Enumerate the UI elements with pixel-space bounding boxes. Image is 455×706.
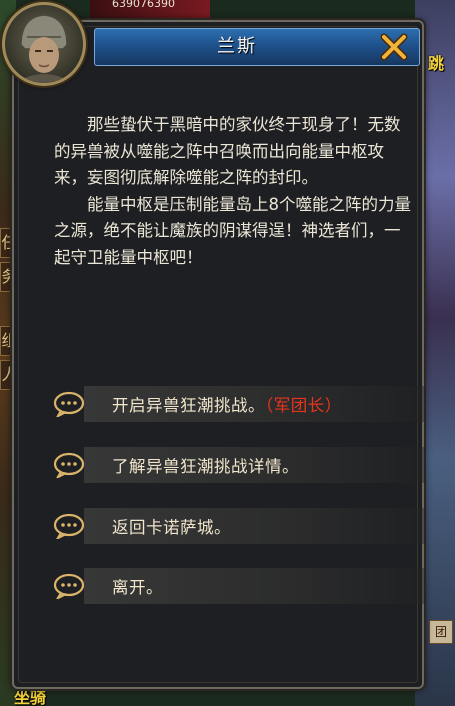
npc-portrait-avatar [2,2,86,86]
story-paragraph-2: 能量中枢是压制能量岛上8个噬能之阵的力量之源，绝不能让魔族的阴谋得逞！神选者们，… [54,194,411,267]
npc-name: 兰斯 [217,36,257,57]
close-button[interactable] [379,32,409,62]
option-leave[interactable]: 离开。 [52,568,426,604]
top-right-label: 跳 [428,54,445,73]
hp-text: 639076390 [112,0,175,10]
dialog-title-bar: 兰斯 [94,28,420,66]
speech-bubble-icon [52,513,86,541]
speech-bubble-icon [52,391,86,419]
speech-bubble-icon [52,452,86,480]
dialog-story-text: 那些蛰伏于黑暗中的家伙终于现身了！无数的异兽被从噬能之阵中召唤而出向能量中枢攻来… [54,112,412,271]
legion-leader-tag: （军团长） [265,396,342,415]
close-icon [380,33,408,61]
legion-badge[interactable]: 团 [429,620,453,644]
option-label: 返回卡诺萨城。 [112,518,231,537]
option-text: 开启异兽狂潮挑战。 [112,396,265,415]
speech-bubble-icon [52,573,86,601]
option-label: 离开。 [112,578,163,597]
option-challenge-details[interactable]: 了解异兽狂潮挑战详情。 [52,447,426,483]
option-label: 开启异兽狂潮挑战。（军团长） [112,392,342,416]
story-paragraph-1: 那些蛰伏于黑暗中的家伙终于现身了！无数的异兽被从噬能之阵中召唤而出向能量中枢攻来… [54,115,401,187]
option-start-challenge[interactable]: 开启异兽狂潮挑战。（军团长） [52,386,426,422]
npc-dialog: 兰斯 那些蛰伏于黑暗中的家伙终于现身了！无数的异兽被从噬能之阵中召唤而出向能量中… [12,20,426,689]
option-return-city[interactable]: 返回卡诺萨城。 [52,508,426,544]
hp-bar: 639076390 [90,0,210,20]
option-label: 了解异兽狂潮挑战详情。 [112,457,299,476]
